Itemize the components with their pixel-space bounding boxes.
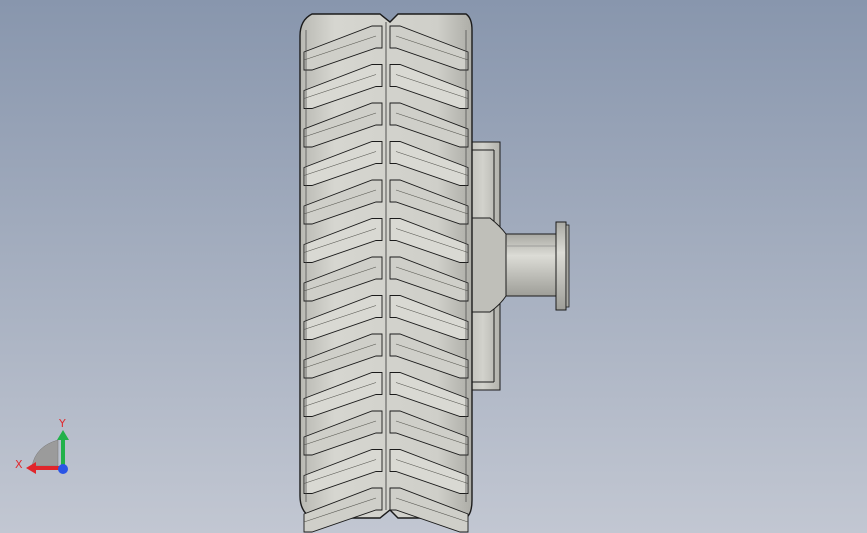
axle-flange (555, 221, 567, 311)
x-axis-label: X (15, 458, 23, 471)
cad-graphics-viewport[interactable]: Y X (0, 0, 867, 533)
hub-body (471, 217, 507, 313)
axle-shaft (505, 233, 557, 297)
tire[interactable] (299, 13, 473, 533)
z-axis-dot (58, 464, 68, 474)
y-axis-label: Y (58, 417, 66, 430)
model-view-canvas[interactable]: Y X (0, 0, 867, 533)
axle-flange-face (565, 224, 570, 308)
